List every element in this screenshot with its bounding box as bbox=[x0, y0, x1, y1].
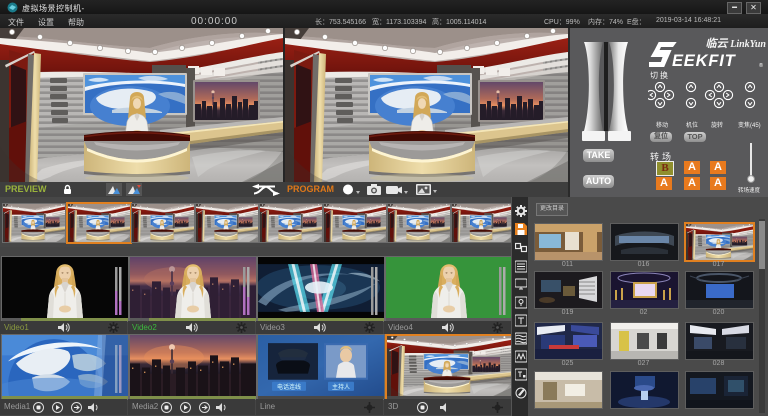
svg-text:EEKFIT: EEKFIT bbox=[672, 52, 737, 69]
svg-text:®: ® bbox=[759, 62, 763, 69]
